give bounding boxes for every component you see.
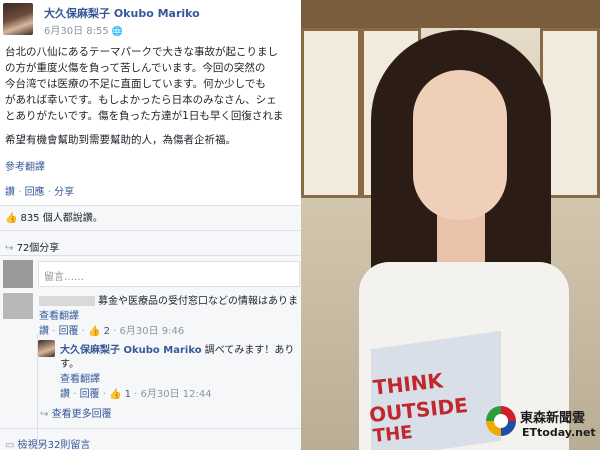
dot-separator: · [134, 389, 138, 400]
redacted-commenter-name[interactable] [39, 295, 95, 306]
dot-separator: · [47, 187, 51, 198]
post-line: とありがたいです。傷を負った方達が1日も早く回復されま [5, 110, 284, 122]
likes-count[interactable]: 835 個人都說讚。 [20, 213, 102, 224]
view-more-replies-label[interactable]: 查看更多回覆 [52, 409, 112, 420]
thumbs-up-icon: 👍 [5, 213, 18, 224]
post-line: があれば幸いです。もしよかったら日本のみなさん、シェ [5, 94, 277, 106]
watermark-english: ETtoday.net [522, 426, 596, 439]
shirt-text-line: THE [372, 421, 414, 448]
dot-separator: · [52, 326, 56, 337]
comment-like-count[interactable]: 2 [104, 326, 110, 337]
comment-time[interactable]: 6月30日 9:46 [120, 326, 185, 337]
shares-summary[interactable]: ↪ 72個分享 [5, 239, 59, 254]
divider [0, 205, 301, 206]
divider [0, 230, 301, 231]
reply-author-name[interactable]: 大久保麻梨子 Okubo Mariko [60, 345, 202, 356]
reply-author-avatar[interactable] [38, 340, 55, 357]
post-line: 今台湾では医療の不足に直面しています。何か少しでも [5, 78, 266, 90]
comment-see-translation[interactable]: 查看翻譯 [39, 307, 79, 322]
post-time[interactable]: 6月30日 8:55 [44, 26, 109, 37]
divider [0, 428, 301, 429]
ceiling-beam [301, 0, 600, 28]
reply-like-count[interactable]: 1 [125, 389, 131, 400]
selfie-photo: THINK OUTSIDE THE 東森新聞雲 ETtoday.net [301, 0, 600, 450]
thumbs-up-icon: 👍 [109, 389, 122, 400]
post-card: 大久保麻梨子 Okubo Mariko 6月30日 8:55 🌐 台北の八仙にある… [0, 0, 301, 205]
post-author-name[interactable]: 大久保麻梨子 Okubo Mariko [44, 5, 200, 21]
post-timestamp[interactable]: 6月30日 8:55 🌐 [44, 22, 123, 37]
post-line: 台北の八仙にあるテーマパークで大きな事故が起こりまし [5, 46, 278, 58]
post-line: の方が重度火傷を負って苦しんでいます。今回の突然の [5, 62, 266, 74]
globe-icon: 🌐 [111, 27, 123, 37]
view-more-comments[interactable]: ▭ 檢視另32則留言 [5, 436, 90, 450]
comment-bubble-icon: ▭ [5, 440, 15, 450]
dot-separator: · [73, 389, 77, 400]
dot-separator: · [102, 389, 106, 400]
dot-separator: · [81, 326, 85, 337]
comment-actions: 讚 · 回覆 · 👍 2 · 6月30日 9:46 [39, 322, 184, 337]
post-body: 台北の八仙にあるテーマパークで大きな事故が起こりまし の方が重度火傷を負って苦し… [5, 44, 297, 124]
divider [0, 255, 301, 256]
facebook-post-panel: 大久保麻梨子 Okubo Mariko 6月30日 8:55 🌐 台北の八仙にある… [0, 0, 301, 450]
dot-separator: · [18, 187, 22, 198]
view-more-comments-label[interactable]: 檢視另32則留言 [18, 440, 91, 450]
comment-like-link[interactable]: 讚 [39, 326, 49, 337]
reply-arrow-icon: ↪ [40, 409, 49, 420]
shoji-panel [301, 28, 361, 198]
post-chinese-line: 希望有機會幫助到需要幫助的人，為傷者企祈福。 [5, 134, 236, 146]
viewer-avatar [3, 260, 33, 288]
dot-separator: · [113, 326, 117, 337]
likes-summary[interactable]: 👍 835 個人都說讚。 [5, 209, 103, 224]
reply-actions: 讚 · 回覆 · 👍 1 · 6月30日 12:44 [60, 385, 212, 400]
view-more-replies[interactable]: ↪ 查看更多回覆 [40, 405, 112, 420]
share-link[interactable]: 分享 [54, 187, 74, 198]
share-arrow-icon: ↪ [5, 243, 14, 254]
thumbs-up-icon: 👍 [88, 326, 101, 337]
watermark-chinese: 東森新聞雲 [520, 411, 586, 426]
comment-link[interactable]: 回應 [25, 187, 45, 198]
post-actions: 讚 · 回應 · 分享 [5, 183, 74, 198]
reply-time[interactable]: 6月30日 12:44 [141, 389, 212, 400]
comment-body: 募金や医療品の受付窓口などの情報はありま [98, 296, 298, 306]
reply-reply-link[interactable]: 回覆 [80, 389, 100, 400]
comment-reply-link[interactable]: 回覆 [59, 326, 79, 337]
see-translation-link[interactable]: 參考翻譯 [5, 158, 45, 173]
commenter-avatar[interactable] [3, 293, 33, 319]
author-avatar[interactable] [3, 3, 33, 35]
reply-line: 大久保麻梨子 Okubo Mariko 調べてみます！あり [60, 341, 300, 356]
like-link[interactable]: 讚 [5, 187, 15, 198]
face [413, 70, 507, 220]
reply-text-continued: す。 [60, 359, 79, 370]
ettoday-logo-icon [486, 406, 516, 436]
reply-text: 調べてみます！あり [204, 345, 295, 356]
shares-count[interactable]: 72個分享 [17, 243, 60, 254]
comment-input[interactable]: 留言…… [38, 261, 300, 287]
comment-placeholder: 留言…… [44, 272, 84, 283]
reply-like-link[interactable]: 讚 [60, 389, 70, 400]
ettoday-watermark: 東森新聞雲 ETtoday.net [486, 404, 598, 444]
reply-see-translation[interactable]: 查看翻譯 [60, 370, 100, 385]
comment-text: 募金や医療品の受付窓口などの情報はありま [39, 292, 301, 306]
